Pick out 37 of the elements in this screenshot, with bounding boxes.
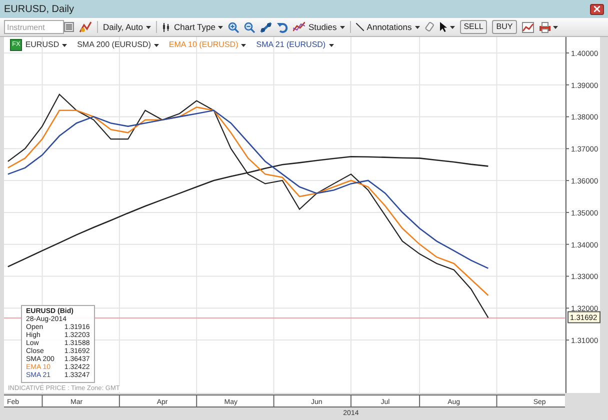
chart-icon[interactable] (522, 22, 534, 32)
caret-icon (154, 44, 159, 46)
printer-icon (538, 22, 551, 32)
zoom-in-icon[interactable] (228, 22, 240, 32)
caret-icon (146, 26, 152, 28)
studies-icon (293, 22, 306, 32)
caret-icon (450, 26, 455, 28)
buy-button[interactable]: BUY (492, 20, 517, 34)
caret-icon (340, 26, 345, 28)
close-icon (594, 6, 600, 12)
print-dropdown[interactable] (538, 22, 558, 32)
instrument-field[interactable]: Instrument (4, 20, 64, 34)
caret-icon (328, 44, 334, 46)
close-button[interactable] (590, 4, 604, 14)
study-menu[interactable]: SMA 200 (EURUSD) (77, 39, 159, 51)
pointer-icon (440, 22, 447, 32)
pointer-dropdown[interactable] (440, 22, 455, 32)
candlestick-icon (162, 22, 172, 32)
studies-dropdown[interactable]: Studies (293, 20, 345, 34)
link-icon[interactable] (260, 22, 272, 32)
caret-icon (552, 26, 558, 28)
annotations-dropdown[interactable]: Annotations (350, 20, 420, 34)
chart-style-icon[interactable] (79, 21, 92, 33)
zoom-out-icon[interactable] (244, 22, 256, 32)
list-icon[interactable] (64, 22, 74, 32)
caret-icon (414, 26, 420, 28)
eraser-icon[interactable] (424, 22, 435, 32)
caret-icon (62, 44, 68, 46)
chart-type-dropdown[interactable]: Chart Type (156, 20, 224, 34)
window-title: EURUSD, Daily (4, 2, 74, 16)
caret-icon (218, 26, 224, 28)
sell-button[interactable]: SELL (460, 20, 488, 34)
caret-icon (241, 44, 246, 46)
undo-icon[interactable] (277, 22, 288, 32)
study-menu[interactable]: SMA 21 (EURUSD) (256, 39, 334, 51)
interval-dropdown[interactable]: Daily, Auto (97, 20, 152, 34)
line-icon (356, 23, 364, 31)
